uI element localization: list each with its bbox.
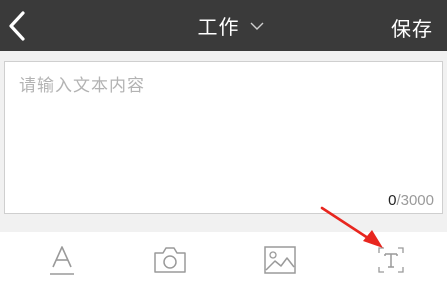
char-limit: 3000 (400, 192, 434, 209)
text-box-icon (378, 247, 404, 273)
char-counter: 0/3000 (388, 192, 434, 209)
chevron-down-icon (250, 22, 263, 30)
image-icon (264, 246, 296, 274)
title-area: 工作 (0, 0, 447, 51)
save-button[interactable]: 保存 (391, 13, 433, 42)
camera-icon (154, 247, 186, 273)
chevron-left-icon (9, 11, 25, 41)
image-button[interactable] (260, 240, 300, 280)
text-format-button[interactable] (42, 240, 82, 280)
camera-button[interactable] (150, 240, 190, 280)
back-button[interactable] (6, 10, 28, 42)
text-editor: 0/3000 (4, 61, 443, 214)
content-input[interactable] (5, 62, 442, 213)
text-format-icon (50, 246, 74, 275)
page-title: 工作 (197, 15, 240, 39)
category-dropdown[interactable]: 工作 (198, 11, 264, 40)
app-screen: 工作 保存 0/3000 (0, 0, 447, 288)
bottom-toolbar (0, 232, 447, 288)
top-bar: 工作 保存 (0, 0, 447, 51)
text-box-button[interactable] (371, 240, 411, 280)
